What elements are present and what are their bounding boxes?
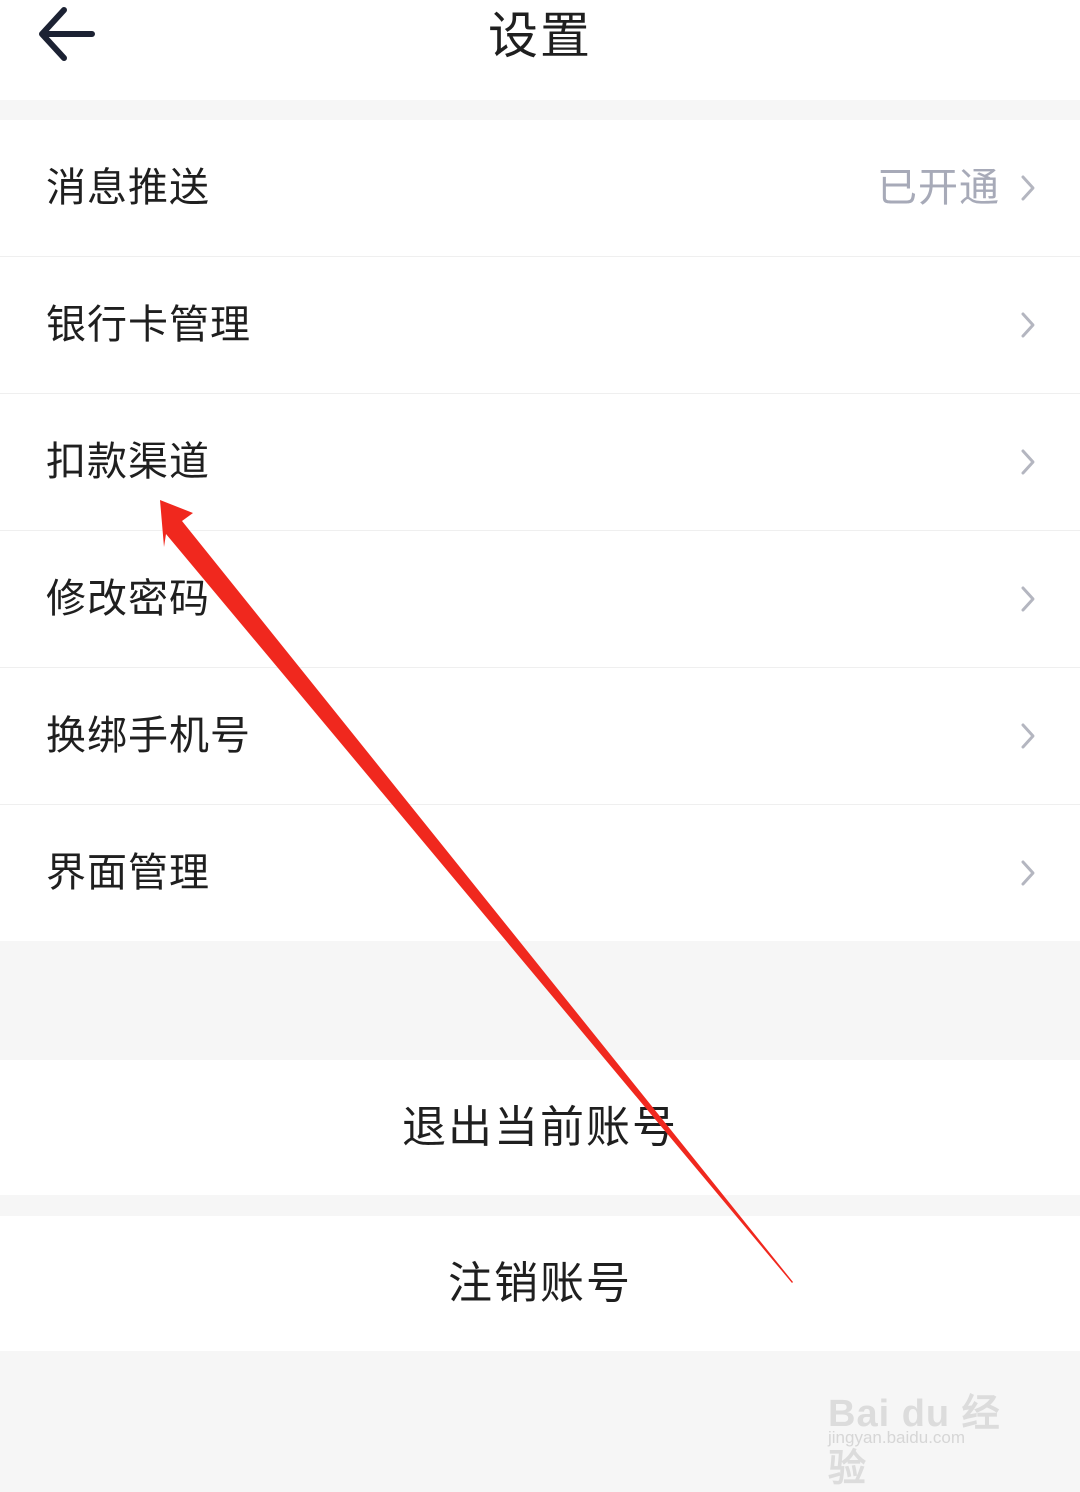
chevron-right-icon	[1021, 723, 1035, 749]
menu-item-change-phone[interactable]: 换绑手机号	[0, 668, 1080, 805]
watermark-site: jingyan.baidu.com	[828, 1428, 966, 1447]
app-header: 设置	[0, 0, 1080, 100]
chevron-right-icon	[1021, 312, 1035, 338]
logout-label: 退出当前账号	[402, 1102, 678, 1153]
menu-item-bank-card[interactable]: 银行卡管理	[0, 257, 1080, 394]
settings-menu: 消息推送 已开通 银行卡管理 扣款渠道 修改密码 换绑手机号 界面管理	[0, 120, 1080, 941]
menu-item-change-password[interactable]: 修改密码	[0, 531, 1080, 668]
menu-item-message-push[interactable]: 消息推送 已开通	[0, 120, 1080, 257]
page-title: 设置	[488, 7, 592, 65]
chevron-right-icon	[1021, 449, 1035, 475]
chevron-right-icon	[1021, 860, 1035, 886]
menu-item-label: 界面管理	[46, 850, 210, 896]
watermark: Bai du 经验 jingyan.baidu.com	[828, 1352, 1028, 1490]
menu-item-payment-channel[interactable]: 扣款渠道	[0, 394, 1080, 531]
cancel-account-button[interactable]: 注销账号	[0, 1216, 1080, 1351]
menu-item-interface[interactable]: 界面管理	[0, 805, 1080, 941]
cancel-account-label: 注销账号	[448, 1258, 632, 1309]
chevron-right-icon	[1021, 175, 1035, 201]
logout-button[interactable]: 退出当前账号	[0, 1060, 1080, 1195]
menu-item-label: 扣款渠道	[46, 439, 210, 485]
menu-item-status: 已开通	[877, 165, 1000, 211]
menu-item-label: 修改密码	[46, 576, 210, 622]
menu-item-label: 换绑手机号	[46, 713, 251, 759]
menu-item-label: 消息推送	[46, 165, 210, 211]
menu-item-label: 银行卡管理	[46, 302, 251, 348]
chevron-right-icon	[1021, 586, 1035, 612]
